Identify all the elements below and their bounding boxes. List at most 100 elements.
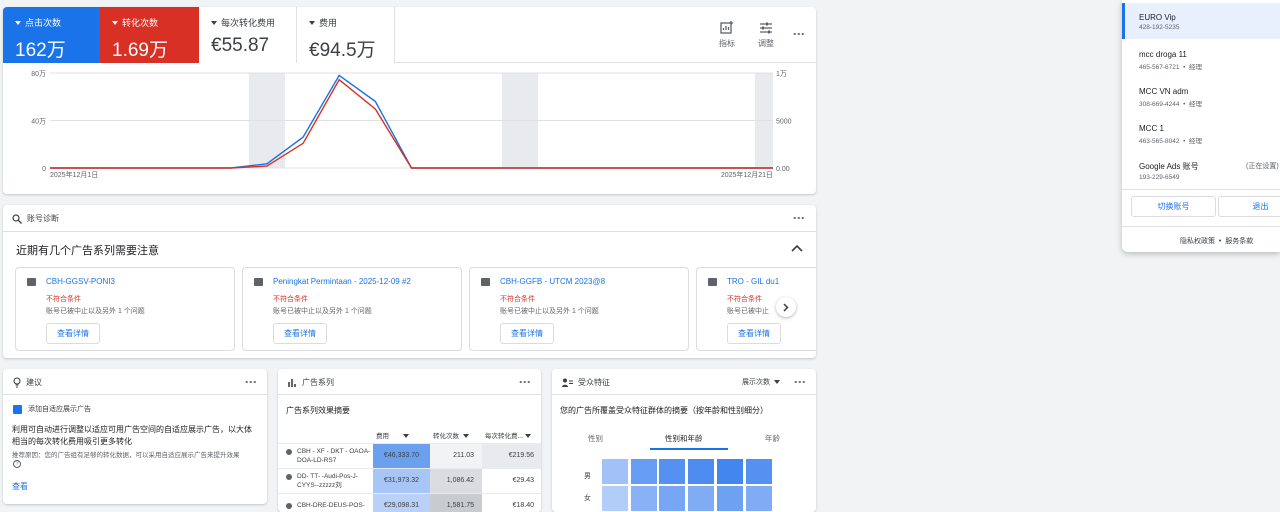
tab-age[interactable]: 年龄 [765,433,780,444]
campaign-name[interactable]: CBH-DRE-DEUS-POS- [297,501,371,510]
view-details-button[interactable]: 查看详情 [46,323,100,344]
column-header-cost[interactable]: 费用 [373,428,430,444]
campaign-card: CBH-GGSV-PONI3 不符合条件 账号已被中止以及另外 1 个问题 查看… [15,267,235,351]
status-dot-icon [286,473,292,480]
chevron-up-icon[interactable] [791,244,803,252]
metric-selector[interactable]: 展示次数 [742,377,780,387]
table-row[interactable]: CBH - XF - DKT - OAOA-DOA-LD-RS7 €46,333… [278,443,541,469]
performance-card: 点击次数 162万 转化次数 1.69万 每次转化费用 €55.87 费用 €9… [3,7,816,194]
sign-out-button[interactable]: 退出 [1218,196,1280,217]
table-row[interactable]: DD- TT- -Audi-Pos-J-CYYS--zzzzz刘 €31,973… [278,468,541,494]
recommendations-header: 建议 [13,377,42,388]
account-role: 经理 [1188,138,1202,145]
cpa-cell: €219.56 [482,443,541,469]
audience-label: 受众特征 [578,378,610,387]
view-details-button[interactable]: 查看详情 [500,323,554,344]
cost-cell: €31,973.32 [373,468,430,494]
adjust-button[interactable]: 调整 [748,21,784,49]
heatmap-cell[interactable] [687,485,716,512]
campaign-name[interactable]: CBH-GGFB - UTCM 2023@8 [500,277,678,286]
switch-account-button[interactable]: 切换账号 [1131,196,1216,217]
campaign-detail: 账号已被中止以及另外 1 个问题 [500,308,599,315]
campaign-name[interactable]: DD- TT- -Audi-Pos-J-CYYS--zzzzz刘 [297,472,371,490]
help-icon[interactable]: ? [13,460,21,468]
diagnosis-title: 近期有几个广告系列需要注意 [16,245,159,257]
account-id: 308-669-4244 [1139,101,1180,108]
dropdown-icon [211,20,217,25]
display-ad-icon [13,404,22,414]
dropdown-icon [309,20,315,25]
heatmap-cell[interactable] [658,485,687,512]
campaign-card: TRO - GIL du1 不符合条件 账号已被中止 查看详情 [696,267,816,351]
campaign-name[interactable]: CBH - XF - DKT - OAOA-DOA-LD-RS7 [297,447,371,465]
metric-clicks[interactable]: 点击次数 162万 [3,7,100,63]
metric-conversions[interactable]: 转化次数 1.69万 [100,7,199,63]
chevron-right-icon [783,302,789,312]
campaign-name[interactable]: CBH-GGSV-PONI3 [46,277,224,286]
account-item[interactable]: MCC VN adm 308-669-4244 • 经理 [1122,87,1280,108]
cost-cell: €46,333.70 [373,443,430,469]
tune-icon [760,22,772,34]
view-details-button[interactable]: 查看详情 [727,323,781,344]
more-options-icon[interactable]: ⋮ [792,212,806,224]
heatmap-cell[interactable] [744,458,773,485]
audience-heatmap [601,458,773,512]
recommendations-card: 建议 ⋮ 添加自适应展示广告 利用可自动进行调整以适应可用广告空间的自适应展示广… [3,369,267,504]
terms-link[interactable]: 服务条款 [1225,238,1253,245]
metrics-button[interactable]: 指标 [709,21,745,49]
heatmap-cell[interactable] [629,458,658,485]
table-row[interactable]: CBH-DRE-DEUS-POS- €29,098.31 1,581.75 €1… [278,493,541,512]
tab-gender[interactable]: 性别 [588,433,603,444]
campaign-search-icon [708,278,717,286]
campaign-name[interactable]: Peningkat Permintaan - 2025-12-09 #2 [273,277,451,286]
heatmap-cell[interactable] [601,458,629,485]
cpa-cell: €29.43 [482,468,541,494]
campaign-name[interactable]: TRO - GIL du1 [727,277,806,286]
recommendation-item: 添加自适应展示广告 [13,404,91,414]
cost-cell: €29,098.31 [373,493,430,512]
heatmap-cell[interactable] [687,458,716,485]
heatmap-cell[interactable] [744,485,773,512]
performance-chart: 80万 1万 40万 5000 0 0.00 2025年12月1日 2025年12月21日 [31,70,792,179]
heatmap-cell[interactable] [629,485,658,512]
metric-cost-per-conversion[interactable]: 每次转化费用 €55.87 [199,7,297,63]
divider [3,231,816,232]
dropdown-icon [112,20,118,25]
account-switcher-panel: EURO Vip 428-192-5235 mcc droga 11 465-5… [1122,0,1280,252]
campaign-status: 不符合条件 [46,296,81,303]
metric-cost[interactable]: 费用 €94.5万 [297,7,395,63]
people-icon [562,378,573,387]
account-item[interactable]: mcc droga 11 465-567-6721 • 经理 [1122,50,1280,71]
campaigns-header: 广告系列 [288,377,334,388]
table-header: 费用 转化次数 每次转化费... [278,428,541,444]
clicks-series-line [50,74,773,169]
view-recommendation-link[interactable]: 查看 [12,481,28,492]
y-right-tick-label: 5000 [776,119,792,126]
y-right-tick-label: 1万 [776,70,787,78]
tab-gender-age[interactable]: 性别和年龄 [665,433,703,444]
audience-card: 受众特征 展示次数 ⋮ 您的广告所覆盖受众特征群体的摘要（按年龄和性别细分） 性… [552,369,816,512]
column-header-conversions[interactable]: 转化次数 [430,428,482,444]
recommendation-reason: 推荐原因：您的广告组有足够的转化数据，可以采用自适应展示广告来提升效果 [12,452,240,459]
conversions-cell: 211.03 [430,443,482,469]
column-header-cpa[interactable]: 每次转化费... [482,428,541,444]
carousel-next-button[interactable] [776,297,796,317]
account-item[interactable]: EURO Vip 428-192-5235 [1122,13,1280,31]
account-item[interactable]: MCC 1 463-565-8042 • 经理 [1122,124,1280,145]
privacy-link[interactable]: 隐私权政策 [1180,238,1215,245]
more-options-icon[interactable]: ⋮ [793,376,807,388]
heatmap-cell[interactable] [715,485,744,512]
status-dot-icon [286,448,292,455]
heatmap-cell[interactable] [715,458,744,485]
more-options-icon[interactable]: ⋮ [244,376,258,388]
metric-label: 点击次数 [25,18,62,28]
heatmap-cell[interactable] [601,485,629,512]
audience-header: 受众特征 [562,377,610,388]
heatmap-cell[interactable] [658,458,687,485]
account-name: MCC VN adm [1139,87,1189,96]
more-options-icon[interactable]: ⋮ [792,28,806,40]
more-options-icon[interactable]: ⋮ [518,376,532,388]
adjust-button-label: 调整 [758,39,774,48]
account-id: 465-567-6721 [1139,64,1180,71]
view-details-button[interactable]: 查看详情 [273,323,327,344]
